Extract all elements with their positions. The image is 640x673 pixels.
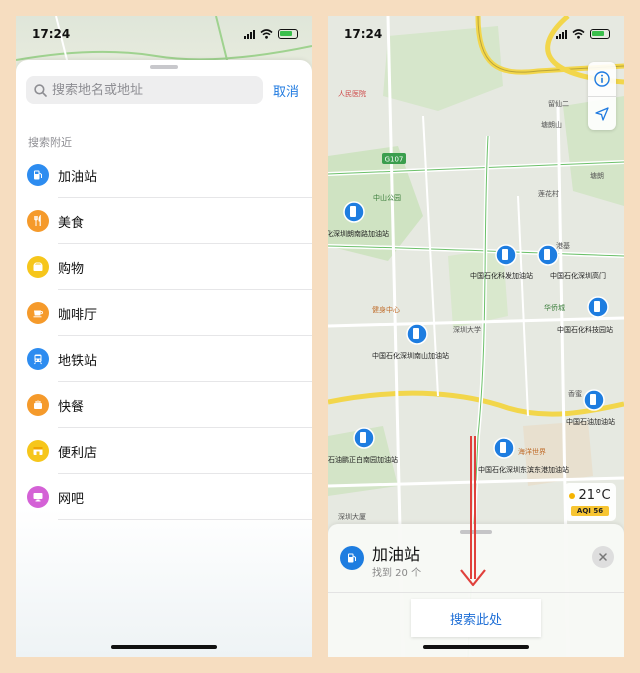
result-title: 加油站 [372,545,421,564]
category-list: 加油站 美食 购物 咖啡厅 地铁站 快餐 便利店 网吧 [16,152,312,520]
status-icons [244,29,298,39]
wifi-icon [260,29,273,39]
home-indicator[interactable] [111,645,217,649]
category-label: 美食 [58,215,85,231]
cellular-signal-icon [244,29,255,39]
category-label: 购物 [58,261,85,277]
pin-label: 中国石化深圳东滨东港加油站 [478,465,569,474]
status-icons [556,29,610,39]
search-here-button[interactable]: 搜索此处 [411,599,541,637]
pin-label: 中国石化科技园站 [557,325,613,334]
category-label: 便利店 [58,445,98,461]
home-indicator[interactable] [423,645,529,649]
map-label: 莲花村 [538,189,559,198]
sheet-grabber[interactable] [150,65,178,69]
sun-icon [569,492,576,499]
search-nearby-screen: 17:24 取消 搜索附近 [16,16,312,657]
status-bar: 17:24 [16,16,312,52]
category-food[interactable]: 美食 [16,198,312,244]
weather-temperature: 21°C [569,488,611,503]
section-header-nearby: 搜索附近 [28,136,72,149]
category-fast-food[interactable]: 快餐 [16,382,312,428]
search-icon [34,83,47,97]
cellular-signal-icon [556,29,567,39]
battery-icon [590,29,610,39]
location-arrow-icon [595,106,609,121]
search-box[interactable] [26,76,263,104]
result-card: 加油站 找到 20 个 搜索此处 [328,524,624,657]
category-label: 地铁站 [58,353,98,369]
status-time: 17:24 [344,27,383,41]
pin-label: 中国石化深圳高门 [550,271,606,280]
pin-label: 中国石化深圳南山加油站 [372,351,449,360]
category-label: 网吧 [58,491,85,507]
map-label: 人民医院 [338,89,366,98]
coffee-cup-icon [27,302,49,324]
pin-label: 石油鹏正白南园加油站 [328,455,398,464]
category-label: 咖啡厅 [58,307,98,323]
map-label: 深圳大学 [453,325,481,334]
fork-knife-icon [27,210,49,232]
map-label: 健身中心 [372,305,400,314]
map-label: 塘朗山 [541,120,562,129]
category-internet-cafe[interactable]: 网吧 [16,474,312,520]
convenience-store-icon [27,440,49,462]
result-count: 找到 20 个 [372,568,422,579]
map-label: 海洋世界 [518,447,546,456]
pin-label: 化深圳朗南路加油站 [328,229,389,238]
category-gas-station[interactable]: 加油站 [16,152,312,198]
info-button[interactable] [588,62,616,96]
map-label: 港基 [556,241,570,250]
wifi-icon [572,29,585,39]
map-label: 中山公园 [373,193,401,202]
close-icon [599,553,607,561]
temperature-value: 21°C [578,488,611,503]
search-input[interactable] [52,82,252,98]
info-icon [594,71,610,87]
close-button[interactable] [592,546,614,568]
status-time: 17:24 [32,27,71,41]
gas-station-icon [340,546,364,570]
shopping-bag-icon [27,256,49,278]
aqi-badge: AQI 56 [570,506,610,516]
monitor-icon [27,486,49,508]
status-bar: 17:24 [328,16,624,52]
fast-food-icon [27,394,49,416]
category-label: 加油站 [58,169,98,185]
map-label: 留仙二 [548,99,569,108]
category-label: 快餐 [58,399,85,415]
map-label: 深圳大厦 [338,512,366,521]
search-sheet: 取消 搜索附近 加油站 美食 购物 [16,60,312,657]
search-row: 取消 [26,76,306,104]
map-label: 塘朗 [590,171,604,180]
category-shopping[interactable]: 购物 [16,244,312,290]
gas-station-icon [27,164,49,186]
pin-label: 中国石油加油站 [566,417,615,426]
category-convenience-store[interactable]: 便利店 [16,428,312,474]
map-label: 华侨城 [544,303,565,312]
card-grabber[interactable] [460,530,492,534]
divider [328,592,624,593]
map-controls [588,62,616,130]
subway-icon [27,348,49,370]
locate-button[interactable] [588,96,616,130]
cancel-button[interactable]: 取消 [273,81,299,100]
category-cafe[interactable]: 咖啡厅 [16,290,312,336]
pin-label: 中国石化科发加油站 [470,271,533,280]
road-shield-label: G107 [385,156,404,164]
weather-widget: 21°C AQI 56 [564,483,616,521]
map-results-screen: G107 人民医院 留仙二 塘朗山 塘朗 中山公园 莲花村 港基 华侨城 健身中… [328,16,624,657]
category-subway[interactable]: 地铁站 [16,336,312,382]
map-label: 香蜜 [568,389,582,398]
battery-icon [278,29,298,39]
